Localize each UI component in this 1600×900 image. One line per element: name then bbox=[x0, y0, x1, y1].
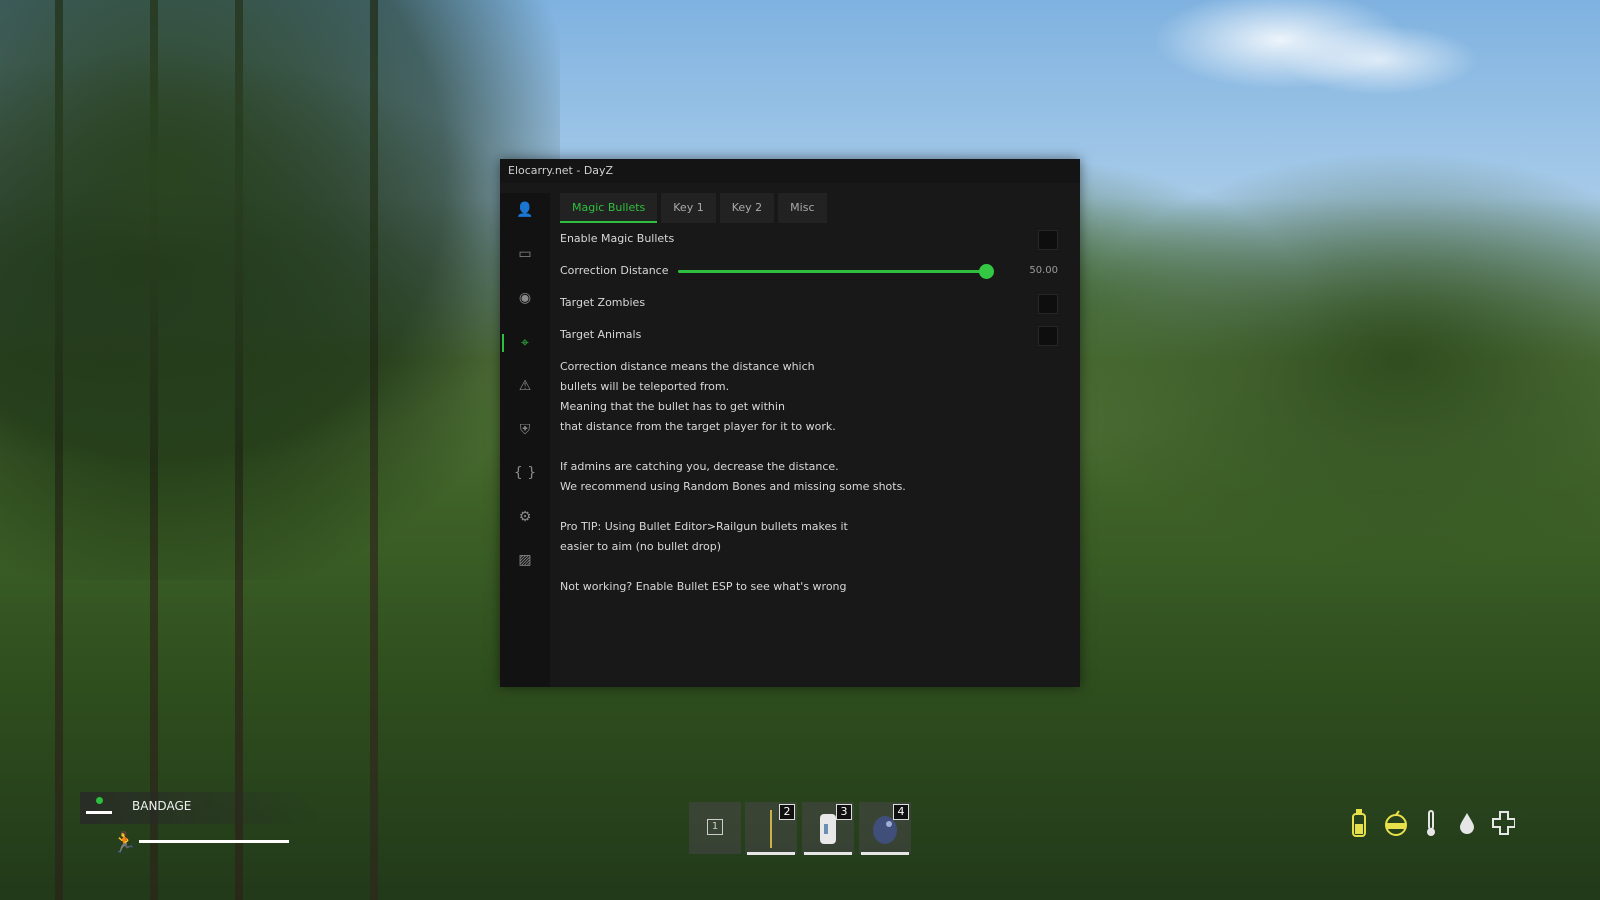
tab-magic-bullets[interactable]: Magic Bullets bbox=[560, 193, 658, 223]
sidebar-warning-icon[interactable]: ⚠ bbox=[500, 371, 550, 401]
bandage-dash bbox=[86, 811, 112, 814]
status-icons bbox=[1347, 808, 1515, 838]
description-line: Correction distance means the distance w… bbox=[560, 360, 815, 373]
running-man-icon: 🏃 bbox=[112, 830, 137, 854]
sidebar-user-icon[interactable]: 👤 bbox=[500, 195, 550, 225]
slot-underline bbox=[804, 852, 852, 855]
gear-icon: ⚙ bbox=[518, 509, 532, 525]
code-icon: { } bbox=[513, 465, 537, 481]
description-gap bbox=[560, 557, 1058, 577]
description-line: Meaning that the bullet has to get withi… bbox=[560, 400, 785, 413]
target-zombies-row: Target Zombies bbox=[560, 287, 1058, 319]
health-cross-icon bbox=[1491, 808, 1515, 838]
description-line: We recommend using Random Bones and miss… bbox=[560, 480, 906, 493]
warning-icon: ⚠ bbox=[518, 378, 532, 394]
window-title: Elocarry.net - DayZ bbox=[500, 159, 1080, 183]
blood-drop-icon bbox=[1455, 808, 1479, 838]
image-icon: ▨ bbox=[518, 552, 532, 568]
cheat-menu-window: Elocarry.net - DayZ 👤 ▭ ◉ ⌖ ⚠ ⛨ { } ⚙ ▨ … bbox=[500, 159, 1080, 687]
slot-number: 4 bbox=[893, 804, 909, 820]
description-gap bbox=[560, 497, 1058, 517]
slot-number: 2 bbox=[779, 804, 795, 820]
water-bottle-icon bbox=[1347, 808, 1371, 838]
description-line: Not working? Enable Bullet ESP to see wh… bbox=[560, 580, 847, 593]
hotbar-slot-3[interactable]: 3 bbox=[802, 802, 854, 855]
shield-icon: ⛨ bbox=[519, 422, 531, 438]
sidebar-code-icon[interactable]: { } bbox=[500, 458, 550, 488]
enable-magic-bullets-label: Enable Magic Bullets bbox=[560, 232, 675, 245]
sidebar-inventory-icon[interactable]: ▭ bbox=[500, 239, 550, 269]
tab-key-2[interactable]: Key 2 bbox=[719, 193, 775, 223]
slot-underline bbox=[861, 852, 909, 855]
target-animals-label: Target Animals bbox=[560, 328, 642, 341]
sidebar-eye-icon[interactable]: ◉ bbox=[500, 283, 550, 313]
tab-bar: Magic Bullets Key 1 Key 2 Misc bbox=[560, 193, 1058, 223]
inventory-icon: ▭ bbox=[518, 246, 532, 262]
eye-icon: ◉ bbox=[518, 290, 532, 306]
description-text: Correction distance means the distance w… bbox=[560, 357, 1058, 597]
bandage-label: BANDAGE bbox=[132, 799, 192, 813]
correction-distance-label: Correction Distance bbox=[560, 264, 669, 277]
target-zombies-checkbox[interactable] bbox=[1038, 294, 1058, 314]
content-panel: Magic Bullets Key 1 Key 2 Misc Enable Ma… bbox=[560, 193, 1058, 687]
description-gap bbox=[560, 437, 1058, 457]
description-line: that distance from the target player for… bbox=[560, 420, 836, 433]
target-zombies-label: Target Zombies bbox=[560, 296, 646, 309]
food-icon bbox=[1383, 808, 1407, 838]
hotbar-slot-1[interactable]: 1 bbox=[689, 802, 741, 854]
tab-key-1[interactable]: Key 1 bbox=[661, 193, 716, 223]
description-line: easier to aim (no bullet drop) bbox=[560, 540, 722, 553]
sidebar-gear-icon[interactable]: ⚙ bbox=[500, 502, 550, 532]
forest-canopy bbox=[0, 0, 560, 580]
hotbar-slot-4[interactable]: 4 bbox=[859, 802, 911, 855]
hotbar-slot-2[interactable]: 2 bbox=[745, 802, 797, 855]
correction-distance-row: Correction Distance 50.00 bbox=[560, 255, 1058, 287]
user-icon: 👤 bbox=[516, 202, 534, 218]
slot-number: 3 bbox=[836, 804, 852, 820]
correction-distance-value: 50.00 bbox=[1029, 265, 1058, 276]
slot-number: 1 bbox=[707, 819, 723, 835]
sidebar-crosshair-icon[interactable]: ⌖ bbox=[500, 328, 550, 358]
description-line: Pro TIP: Using Bullet Editor>Railgun bul… bbox=[560, 520, 848, 533]
stamina-bar bbox=[139, 840, 289, 843]
crosshair-icon: ⌖ bbox=[521, 335, 529, 351]
bandage-action-panel bbox=[80, 792, 320, 824]
sidebar: 👤 ▭ ◉ ⌖ ⚠ ⛨ { } ⚙ ▨ bbox=[500, 193, 550, 687]
description-line: bullets will be teleported from. bbox=[560, 380, 730, 393]
enable-magic-bullets-checkbox[interactable] bbox=[1038, 230, 1058, 250]
slider-knob[interactable] bbox=[979, 264, 994, 279]
slot-underline bbox=[747, 852, 795, 855]
thermometer-icon bbox=[1419, 808, 1443, 838]
description-line: If admins are catching you, decrease the… bbox=[560, 460, 839, 473]
sidebar-image-icon[interactable]: ▨ bbox=[500, 545, 550, 575]
status-dot-icon bbox=[96, 797, 103, 804]
target-animals-row: Target Animals bbox=[560, 319, 1058, 351]
tab-misc[interactable]: Misc bbox=[778, 193, 827, 223]
sidebar-shield-icon[interactable]: ⛨ bbox=[500, 415, 550, 445]
correction-distance-slider[interactable] bbox=[678, 264, 994, 279]
enable-magic-bullets-row: Enable Magic Bullets bbox=[560, 223, 1058, 255]
target-animals-checkbox[interactable] bbox=[1038, 326, 1058, 346]
